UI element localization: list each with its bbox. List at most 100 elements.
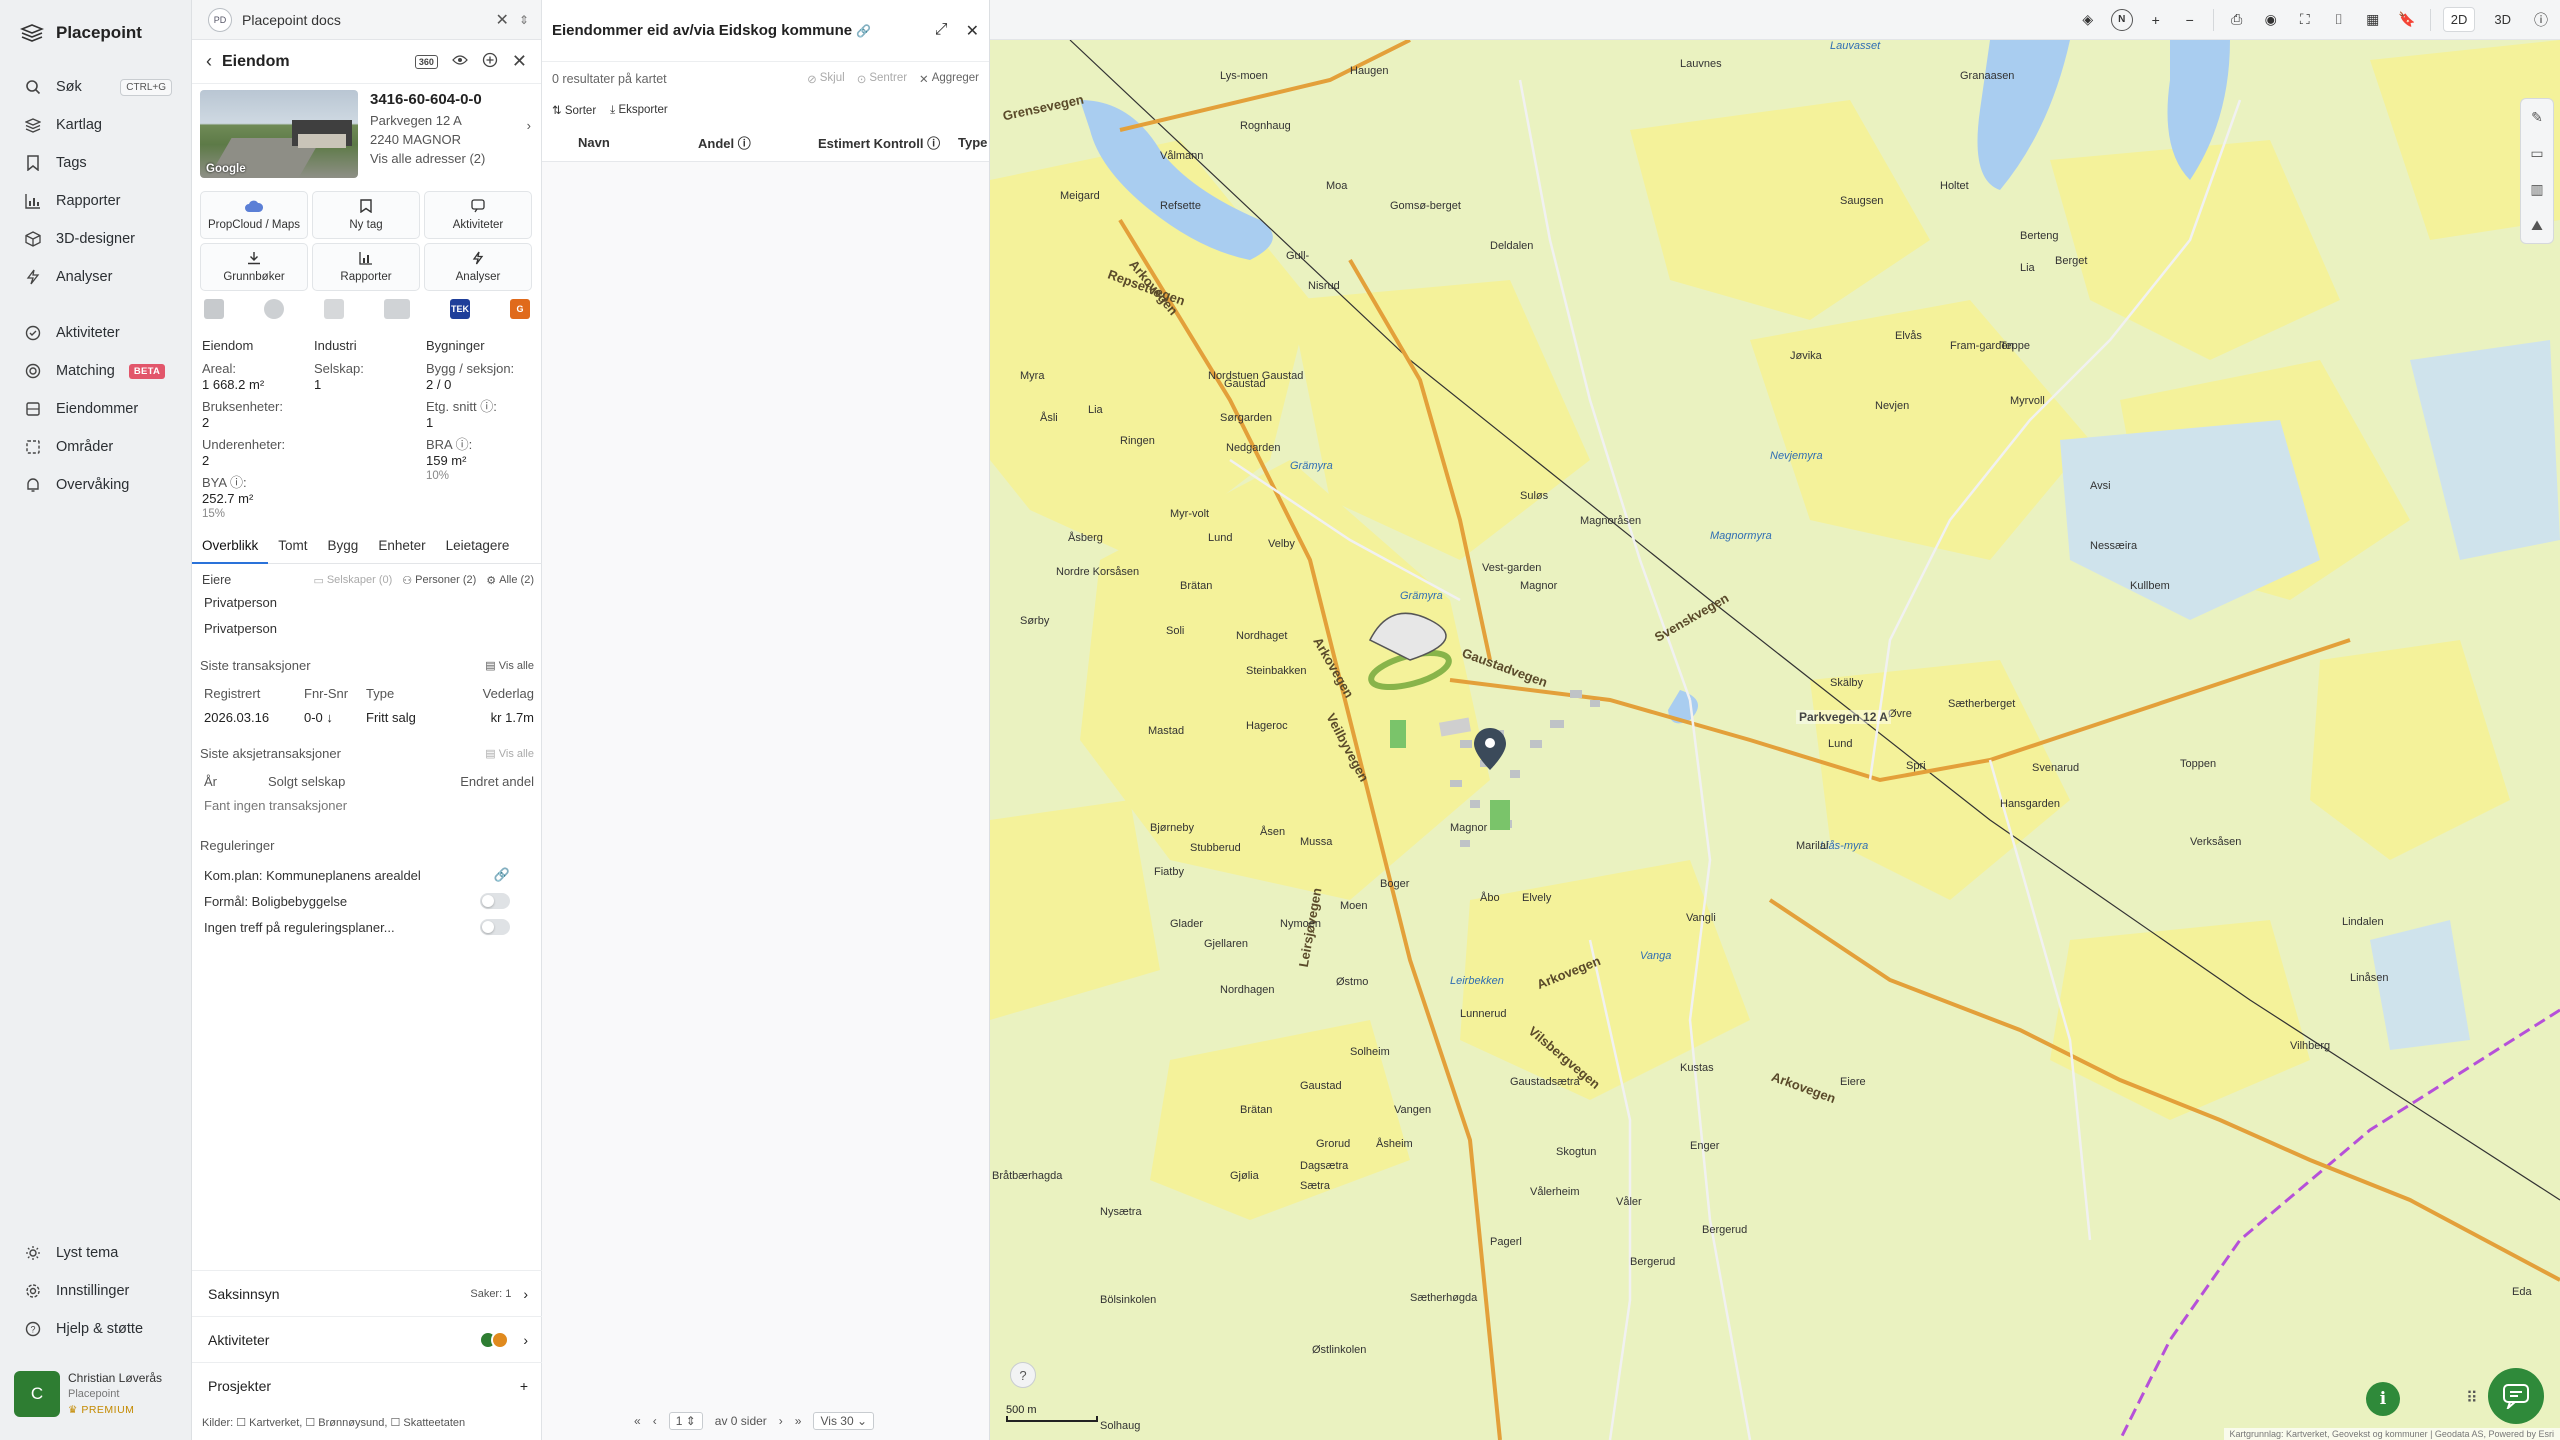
user-card[interactable]: C Christian Løverås Placepoint ♛ PREMIUM bbox=[14, 1368, 180, 1420]
reports-button[interactable]: Rapporter bbox=[312, 243, 420, 291]
info-icon[interactable]: i bbox=[2366, 1382, 2400, 1416]
print-icon[interactable]: ⎙ bbox=[2226, 9, 2248, 31]
source-logo-3[interactable] bbox=[324, 299, 344, 319]
table-row[interactable]: 2026.03.16 0-0 ↓ Fritt salg kr 1.7m bbox=[200, 706, 534, 730]
filter-all[interactable]: ⚙ Alle (2) bbox=[486, 574, 534, 587]
regulation-toggle[interactable] bbox=[480, 919, 510, 935]
column-type[interactable]: Type bbox=[958, 135, 989, 150]
apps-grid-icon[interactable]: ⠿ bbox=[2466, 1388, 2478, 1408]
nav-item-help[interactable]: ? Hjelp & støtte bbox=[14, 1310, 180, 1348]
next-page-icon[interactable]: › bbox=[779, 1414, 783, 1428]
show-all-share-transactions[interactable]: ▤ Vis alle bbox=[485, 747, 534, 760]
nav-item-search[interactable]: Søk CTRL+G bbox=[14, 68, 180, 106]
tab-tenants[interactable]: Leietagere bbox=[436, 534, 520, 564]
tab-overview[interactable]: Overblikk bbox=[192, 534, 269, 564]
column-share[interactable]: Andel ⓘ bbox=[698, 133, 818, 152]
camera-icon[interactable]: ⌷ bbox=[2328, 9, 2350, 31]
center-button[interactable]: ⊙ Sentrer bbox=[857, 72, 907, 86]
activities-button[interactable]: Aktiviteter bbox=[424, 191, 532, 239]
prev-page-icon[interactable]: ‹ bbox=[653, 1414, 657, 1428]
measure-icon[interactable]: ▭ bbox=[2530, 135, 2543, 171]
tab-plot[interactable]: Tomt bbox=[268, 534, 317, 564]
help-icon[interactable]: ? bbox=[1010, 1362, 1036, 1388]
map-canvas[interactable]: Grensevegen Arkovegen Repsetvegen Arkove… bbox=[990, 40, 2560, 1440]
land-register-button[interactable]: Grunnbøker bbox=[200, 243, 308, 291]
nav-item-areas[interactable]: Områder bbox=[14, 428, 180, 466]
first-page-icon[interactable]: « bbox=[634, 1414, 641, 1428]
close-icon[interactable]: ✕ bbox=[966, 21, 979, 41]
nav-item-matching[interactable]: Matching BETA bbox=[14, 352, 180, 390]
tab-units[interactable]: Enheter bbox=[368, 534, 435, 564]
activities-row[interactable]: Aktiviteter › bbox=[192, 1316, 542, 1362]
zoom-in-icon[interactable]: + bbox=[2145, 9, 2167, 31]
case-access-row[interactable]: Saksinnsyn Saker: 1 › bbox=[192, 1270, 542, 1316]
plus-icon[interactable]: + bbox=[520, 1378, 528, 1394]
propcloud-button[interactable]: PropCloud / Maps bbox=[200, 191, 308, 239]
mode-2d-button[interactable]: 2D bbox=[2442, 7, 2476, 32]
projects-row[interactable]: Prosjekter + bbox=[192, 1362, 542, 1408]
layers-3d-icon[interactable]: ◈ bbox=[2077, 9, 2099, 31]
column-control[interactable]: Estimert Kontroll ⓘ bbox=[818, 133, 958, 152]
show-all-transactions[interactable]: ▤ Vis alle bbox=[485, 659, 534, 672]
hide-button[interactable]: ⊘ Skjul bbox=[807, 72, 845, 86]
expand-icon[interactable]: ⤢ bbox=[935, 21, 948, 41]
page-input[interactable]: 1 ⇕ bbox=[668, 1412, 703, 1430]
nav-item-monitoring[interactable]: Overvåking bbox=[14, 466, 180, 504]
chevron-right-icon[interactable]: › bbox=[527, 116, 531, 135]
nav-item-activities[interactable]: Aktiviteter bbox=[14, 314, 180, 352]
export-button[interactable]: ⤓ Eksporter bbox=[610, 104, 668, 117]
chevron-updown-icon[interactable]: ⇕ bbox=[519, 13, 529, 27]
streetview-image[interactable]: Google bbox=[200, 90, 358, 178]
per-page-select[interactable]: Vis 30 ⌄ bbox=[813, 1412, 875, 1430]
docs-title[interactable]: Placepoint docs bbox=[242, 12, 486, 28]
regulation-toggle[interactable] bbox=[480, 893, 510, 909]
brand[interactable]: Placepoint bbox=[20, 18, 142, 48]
tek-logo[interactable]: TEK bbox=[450, 299, 470, 319]
regulation-row[interactable]: Kom.plan: Kommuneplanens arealdel 🔗 bbox=[200, 862, 534, 888]
link-icon[interactable]: 🔗 bbox=[494, 867, 510, 883]
link-icon[interactable]: 🔗 bbox=[856, 24, 871, 38]
last-page-icon[interactable]: » bbox=[795, 1414, 802, 1428]
nav-item-layers[interactable]: Kartlag bbox=[14, 106, 180, 144]
chart-icon[interactable]: ▥ bbox=[2530, 171, 2543, 207]
column-name[interactable]: Navn bbox=[578, 135, 698, 150]
bookmark-icon[interactable]: 🔖 bbox=[2396, 9, 2418, 31]
close-icon[interactable]: ✕ bbox=[512, 51, 527, 72]
nav-item-tags[interactable]: Tags bbox=[14, 144, 180, 182]
eye-icon[interactable] bbox=[452, 53, 468, 70]
g-logo[interactable]: G bbox=[510, 299, 530, 319]
tab-buildings[interactable]: Bygg bbox=[318, 534, 369, 564]
nav-item-analyses[interactable]: Analyser bbox=[14, 258, 180, 296]
owner-row[interactable]: Privatperson bbox=[202, 616, 534, 642]
source-logo-1[interactable] bbox=[204, 299, 224, 319]
source-logo-4[interactable] bbox=[384, 299, 410, 319]
fullscreen-icon[interactable]: ⛶ bbox=[2294, 9, 2316, 31]
aggregate-button[interactable]: ✕ Aggreger bbox=[919, 72, 979, 86]
filter-companies[interactable]: ▭ Selskaper (0) bbox=[313, 574, 392, 587]
analyses-button[interactable]: Analyser bbox=[424, 243, 532, 291]
draw-icon[interactable]: ✎ bbox=[2531, 99, 2543, 135]
view-360-icon[interactable]: 360 bbox=[414, 54, 438, 69]
nav-item-reports[interactable]: Rapporter bbox=[14, 182, 180, 220]
nav-item-settings[interactable]: Innstillinger bbox=[14, 1272, 180, 1310]
compass-icon[interactable]: N bbox=[2110, 8, 2133, 31]
nav-item-properties[interactable]: Eiendommer bbox=[14, 390, 180, 428]
new-tag-button[interactable]: Ny tag bbox=[312, 191, 420, 239]
eye-icon[interactable]: ◉ bbox=[2260, 9, 2282, 31]
mode-3d-button[interactable]: 3D bbox=[2487, 8, 2518, 31]
owner-row[interactable]: Privatperson bbox=[202, 590, 534, 616]
back-icon[interactable]: ‹ bbox=[206, 51, 212, 72]
grid-icon[interactable]: ▦ bbox=[2362, 9, 2384, 31]
info-icon[interactable]: ⓘ bbox=[2530, 9, 2552, 31]
nav-item-light-theme[interactable]: Lyst tema bbox=[14, 1234, 180, 1272]
filter-persons[interactable]: ⚇ Personer (2) bbox=[402, 574, 476, 587]
all-addresses-link[interactable]: Vis alle adresser (2) bbox=[370, 149, 533, 168]
add-icon[interactable] bbox=[482, 52, 498, 72]
nav-item-3d-designer[interactable]: 3D-designer bbox=[14, 220, 180, 258]
zoom-out-icon[interactable]: − bbox=[2179, 9, 2201, 31]
source-logo-2[interactable] bbox=[264, 299, 284, 319]
chat-button[interactable] bbox=[2488, 1368, 2544, 1424]
close-icon[interactable]: ✕ bbox=[496, 10, 509, 30]
profile-icon[interactable]: ⛰ bbox=[2531, 207, 2543, 243]
sort-button[interactable]: ⇅ Sorter bbox=[552, 103, 596, 117]
